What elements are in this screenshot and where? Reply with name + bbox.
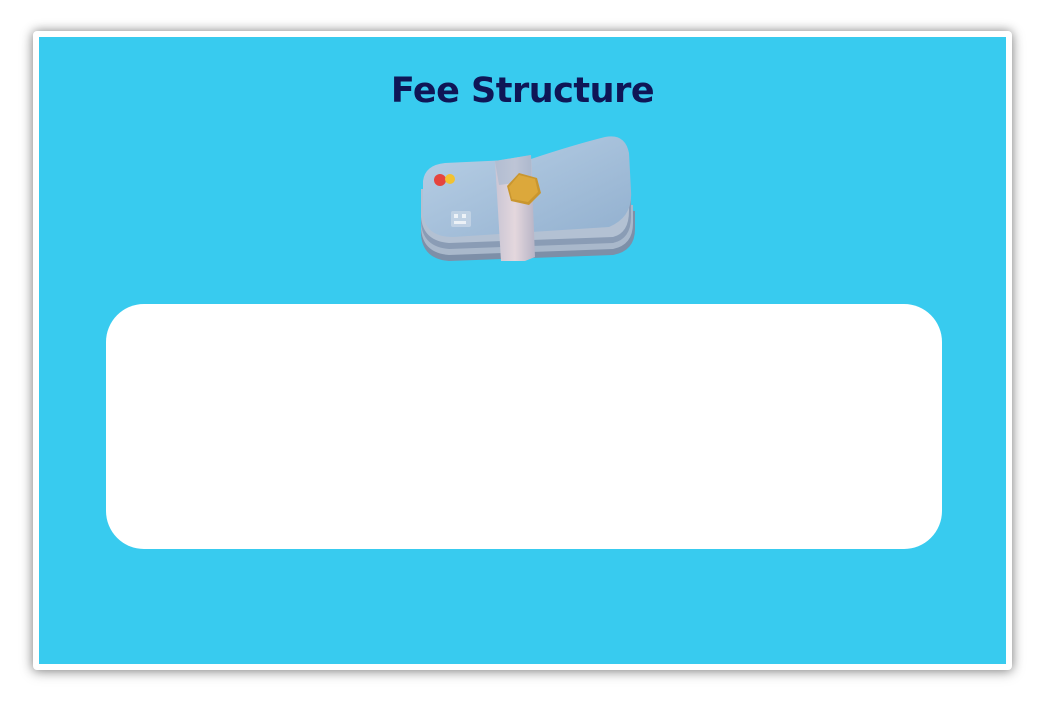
content-card (106, 304, 942, 549)
page-title: Fee Structure (390, 71, 655, 111)
fee-structure-panel: Fee Structure (39, 37, 1006, 664)
slide-frame: Fee Structure (33, 31, 1012, 670)
credit-card-stack-icon (413, 131, 639, 271)
